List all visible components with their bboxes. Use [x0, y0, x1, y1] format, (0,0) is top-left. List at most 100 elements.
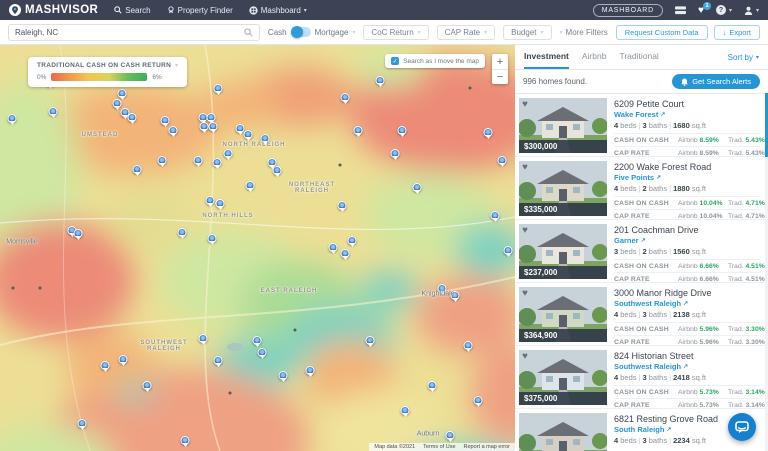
favorite-heart-icon[interactable]: ♥ [522, 352, 528, 362]
help-menu[interactable]: ?▾ [716, 5, 732, 15]
map-pin[interactable] [354, 126, 363, 135]
map-pin[interactable] [214, 84, 223, 93]
nav-item-property-finder[interactable]: Property Finder [167, 6, 233, 15]
map-pin[interactable] [246, 181, 255, 190]
map-pin[interactable] [258, 348, 267, 357]
nav-item-search[interactable]: Search [114, 6, 150, 15]
map-pin[interactable] [199, 334, 208, 343]
search-as-move-checkbox[interactable]: ✓ Search as I move the map [385, 54, 485, 68]
map-pin[interactable] [161, 116, 170, 125]
favorite-heart-icon[interactable]: ♥ [522, 163, 528, 173]
map-pin[interactable] [341, 93, 350, 102]
export-button[interactable]: ↓ Export [714, 25, 760, 40]
map-pin[interactable] [279, 371, 288, 380]
filter-chip-budget[interactable]: Budget▾ [503, 25, 551, 40]
map-pin[interactable] [376, 76, 385, 85]
map-pin[interactable] [391, 149, 400, 158]
map-pin[interactable] [329, 243, 338, 252]
zoom-in-button[interactable]: + [492, 54, 508, 69]
location-search-input[interactable] [15, 28, 244, 37]
map-pin[interactable] [413, 183, 422, 192]
map-pin[interactable] [348, 236, 357, 245]
map-pin[interactable] [253, 336, 262, 345]
map-pin[interactable] [474, 396, 483, 405]
map-pin[interactable] [78, 419, 87, 428]
map-pin[interactable] [268, 158, 277, 167]
map-pin[interactable] [338, 201, 347, 210]
map-pin[interactable] [143, 381, 152, 390]
map-pin[interactable] [214, 356, 223, 365]
favorites-heart-icon[interactable]: ♥1 [698, 5, 704, 16]
listing-address[interactable]: 201 Coachman Drive [614, 225, 760, 235]
map-pin[interactable] [401, 406, 410, 415]
report-error-link[interactable]: Report a map error [464, 444, 510, 450]
favorite-heart-icon[interactable]: ♡ [522, 415, 531, 425]
terms-link[interactable]: Terms of Use [423, 444, 455, 450]
tab-investment[interactable]: Investment [524, 45, 569, 69]
map-pin[interactable] [118, 89, 127, 98]
map-pin[interactable] [209, 122, 218, 131]
map-pin[interactable] [194, 156, 203, 165]
map-pin[interactable] [200, 122, 209, 131]
map-pin[interactable] [341, 249, 350, 258]
map-pin[interactable] [464, 341, 473, 350]
map-pin[interactable] [181, 436, 190, 445]
chat-widget-button[interactable] [728, 413, 756, 441]
map-pin[interactable] [206, 196, 215, 205]
request-custom-data-button[interactable]: Request Custom Data [616, 25, 708, 40]
map-pin[interactable] [261, 134, 270, 143]
listing-neighborhood-link[interactable]: South Raleigh [614, 425, 664, 434]
listing-card[interactable]: ♥ $364,900 3000 Manor Ridge Drive Southw… [515, 283, 768, 346]
map-pin[interactable] [428, 381, 437, 390]
listing-neighborhood-link[interactable]: Southwest Raleigh [614, 362, 681, 371]
map-pin[interactable] [484, 128, 493, 137]
cards-icon[interactable] [675, 6, 686, 15]
map-pin[interactable] [133, 165, 142, 174]
listing-neighborhood-link[interactable]: Garner [614, 236, 639, 245]
map-pin[interactable] [119, 355, 128, 364]
map-pin[interactable] [498, 156, 507, 165]
favorite-heart-icon[interactable]: ♥ [522, 226, 528, 236]
listing-card[interactable]: ♥ $375,000 824 Historian Street Southwes… [515, 346, 768, 409]
heatmap-map[interactable]: TRADITIONAL CASH ON CASH RETURN ▾ 0% 6% … [0, 45, 515, 451]
listing-neighborhood-link[interactable]: Five Points [614, 173, 654, 182]
listing-address[interactable]: 6209 Petite Court [614, 99, 760, 109]
map-pin[interactable] [178, 228, 187, 237]
tab-traditional[interactable]: Traditional [619, 45, 658, 69]
listing-address[interactable]: 2200 Wake Forest Road [614, 162, 760, 172]
get-search-alerts-button[interactable]: Get Search Alerts [672, 74, 760, 89]
listing-neighborhood-link[interactable]: Southwest Raleigh [614, 299, 681, 308]
cash-mortgage-toggle[interactable] [291, 27, 311, 37]
mashvisor-logo[interactable]: MASHVISOR [9, 4, 98, 16]
map-pin[interactable] [446, 431, 455, 440]
map-pin[interactable] [158, 156, 167, 165]
listing-card[interactable]: ♥ $335,000 2200 Wake Forest Road Five Po… [515, 157, 768, 220]
map-pin[interactable] [244, 130, 253, 139]
map-pin[interactable] [208, 234, 217, 243]
map-pin[interactable] [74, 229, 83, 238]
listing-card[interactable]: ♥ $237,000 201 Coachman Drive Garner ↗ [515, 220, 768, 283]
listing-address[interactable]: 824 Historian Street [614, 351, 760, 361]
map-pin[interactable] [451, 291, 460, 300]
nav-item-mashboard[interactable]: Mashboard ▾ [249, 6, 307, 15]
map-pin[interactable] [504, 246, 513, 255]
map-pin[interactable] [491, 211, 500, 220]
listing-card[interactable]: ♥ $300,000 6209 Petite Court Wake Forest… [515, 94, 768, 157]
map-pin[interactable] [398, 126, 407, 135]
mashboard-button[interactable]: MASHBOARD [593, 4, 663, 17]
map-legend[interactable]: TRADITIONAL CASH ON CASH RETURN ▾ 0% 6% [28, 57, 187, 87]
map-pin[interactable] [101, 361, 110, 370]
map-pin[interactable] [8, 114, 17, 123]
listing-neighborhood-link[interactable]: Wake Forest [614, 110, 658, 119]
map-pin[interactable] [128, 113, 137, 122]
sort-by-button[interactable]: Sort by ▾ [728, 53, 759, 62]
favorite-heart-icon[interactable]: ♥ [522, 289, 528, 299]
map-pin[interactable] [216, 199, 225, 208]
map-pin[interactable] [224, 149, 233, 158]
tab-airbnb[interactable]: Airbnb [582, 45, 607, 69]
filter-chip-cap-rate[interactable]: CAP Rate▾ [437, 25, 495, 40]
map-pin[interactable] [306, 366, 315, 375]
map-pin[interactable] [49, 107, 58, 116]
map-pin[interactable] [438, 284, 447, 293]
location-searchbox[interactable] [8, 24, 260, 41]
